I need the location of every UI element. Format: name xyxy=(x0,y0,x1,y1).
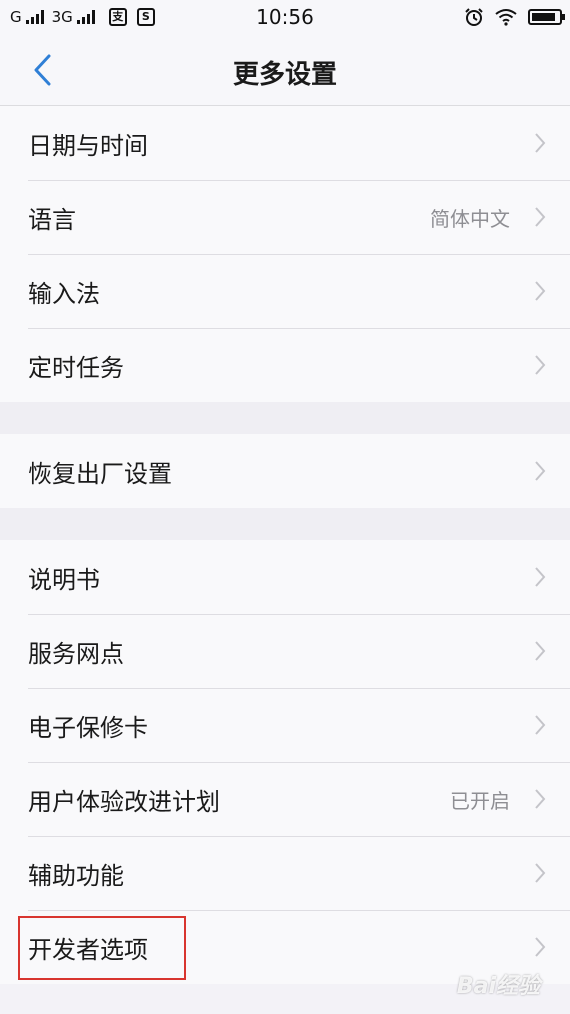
settings-group: 说明书 服务网点 电子保修卡 用户体验改进计划 已开启 辅助功能 开发者选项 xyxy=(0,540,570,984)
setting-label: 服务网点 xyxy=(28,639,124,668)
chevron-right-icon xyxy=(535,567,546,587)
status-right xyxy=(464,6,565,28)
setting-language[interactable]: 语言 简体中文 xyxy=(0,180,570,254)
setting-label: 语言 xyxy=(28,205,76,234)
setting-value: 简体中文 xyxy=(430,206,510,231)
chevron-right-icon xyxy=(535,355,546,375)
chevron-right-icon xyxy=(535,715,546,735)
settings-list: 日期与时间 语言 简体中文 输入法 定时任务 恢复出厂设置 说明书 服务网点 电… xyxy=(0,106,570,984)
setting-label: 输入法 xyxy=(28,279,100,308)
setting-label: 开发者选项 xyxy=(28,935,148,964)
setting-label: 定时任务 xyxy=(28,353,124,382)
setting-user-experience-program[interactable]: 用户体验改进计划 已开启 xyxy=(0,762,570,836)
setting-manual[interactable]: 说明书 xyxy=(0,540,570,614)
setting-accessibility[interactable]: 辅助功能 xyxy=(0,836,570,910)
group-separator xyxy=(0,508,570,540)
setting-e-warranty[interactable]: 电子保修卡 xyxy=(0,688,570,762)
alarm-icon xyxy=(464,7,484,27)
battery-level xyxy=(532,13,556,21)
settings-group: 日期与时间 语言 简体中文 输入法 定时任务 xyxy=(0,106,570,402)
chevron-right-icon xyxy=(535,863,546,883)
group-separator xyxy=(0,402,570,434)
status-bar: G 3G 支 S 10:56 xyxy=(0,0,570,34)
chevron-right-icon xyxy=(535,207,546,227)
setting-input-method[interactable]: 输入法 xyxy=(0,254,570,328)
nav-bar: 更多设置 xyxy=(0,34,570,106)
chevron-right-icon xyxy=(535,789,546,809)
chevron-right-icon xyxy=(535,281,546,301)
setting-label: 日期与时间 xyxy=(28,131,148,160)
setting-label: 恢复出厂设置 xyxy=(28,459,172,488)
setting-service-centers[interactable]: 服务网点 xyxy=(0,614,570,688)
setting-scheduled-tasks[interactable]: 定时任务 xyxy=(0,328,570,402)
chevron-right-icon xyxy=(535,937,546,957)
setting-label: 说明书 xyxy=(28,565,100,594)
setting-factory-reset[interactable]: 恢复出厂设置 xyxy=(0,434,570,508)
wifi-icon xyxy=(494,8,518,26)
battery-icon xyxy=(528,9,565,25)
chevron-right-icon xyxy=(535,641,546,661)
setting-label: 用户体验改进计划 xyxy=(28,787,220,816)
watermark-logo: Bai经验 xyxy=(456,974,540,999)
chevron-right-icon xyxy=(535,133,546,153)
page-title: 更多设置 xyxy=(232,60,337,90)
settings-group: 恢复出厂设置 xyxy=(0,434,570,508)
setting-label: 辅助功能 xyxy=(28,861,124,890)
setting-label: 电子保修卡 xyxy=(28,713,148,742)
setting-value: 已开启 xyxy=(450,788,510,813)
setting-date-time[interactable]: 日期与时间 xyxy=(0,106,570,180)
chevron-right-icon xyxy=(535,461,546,481)
